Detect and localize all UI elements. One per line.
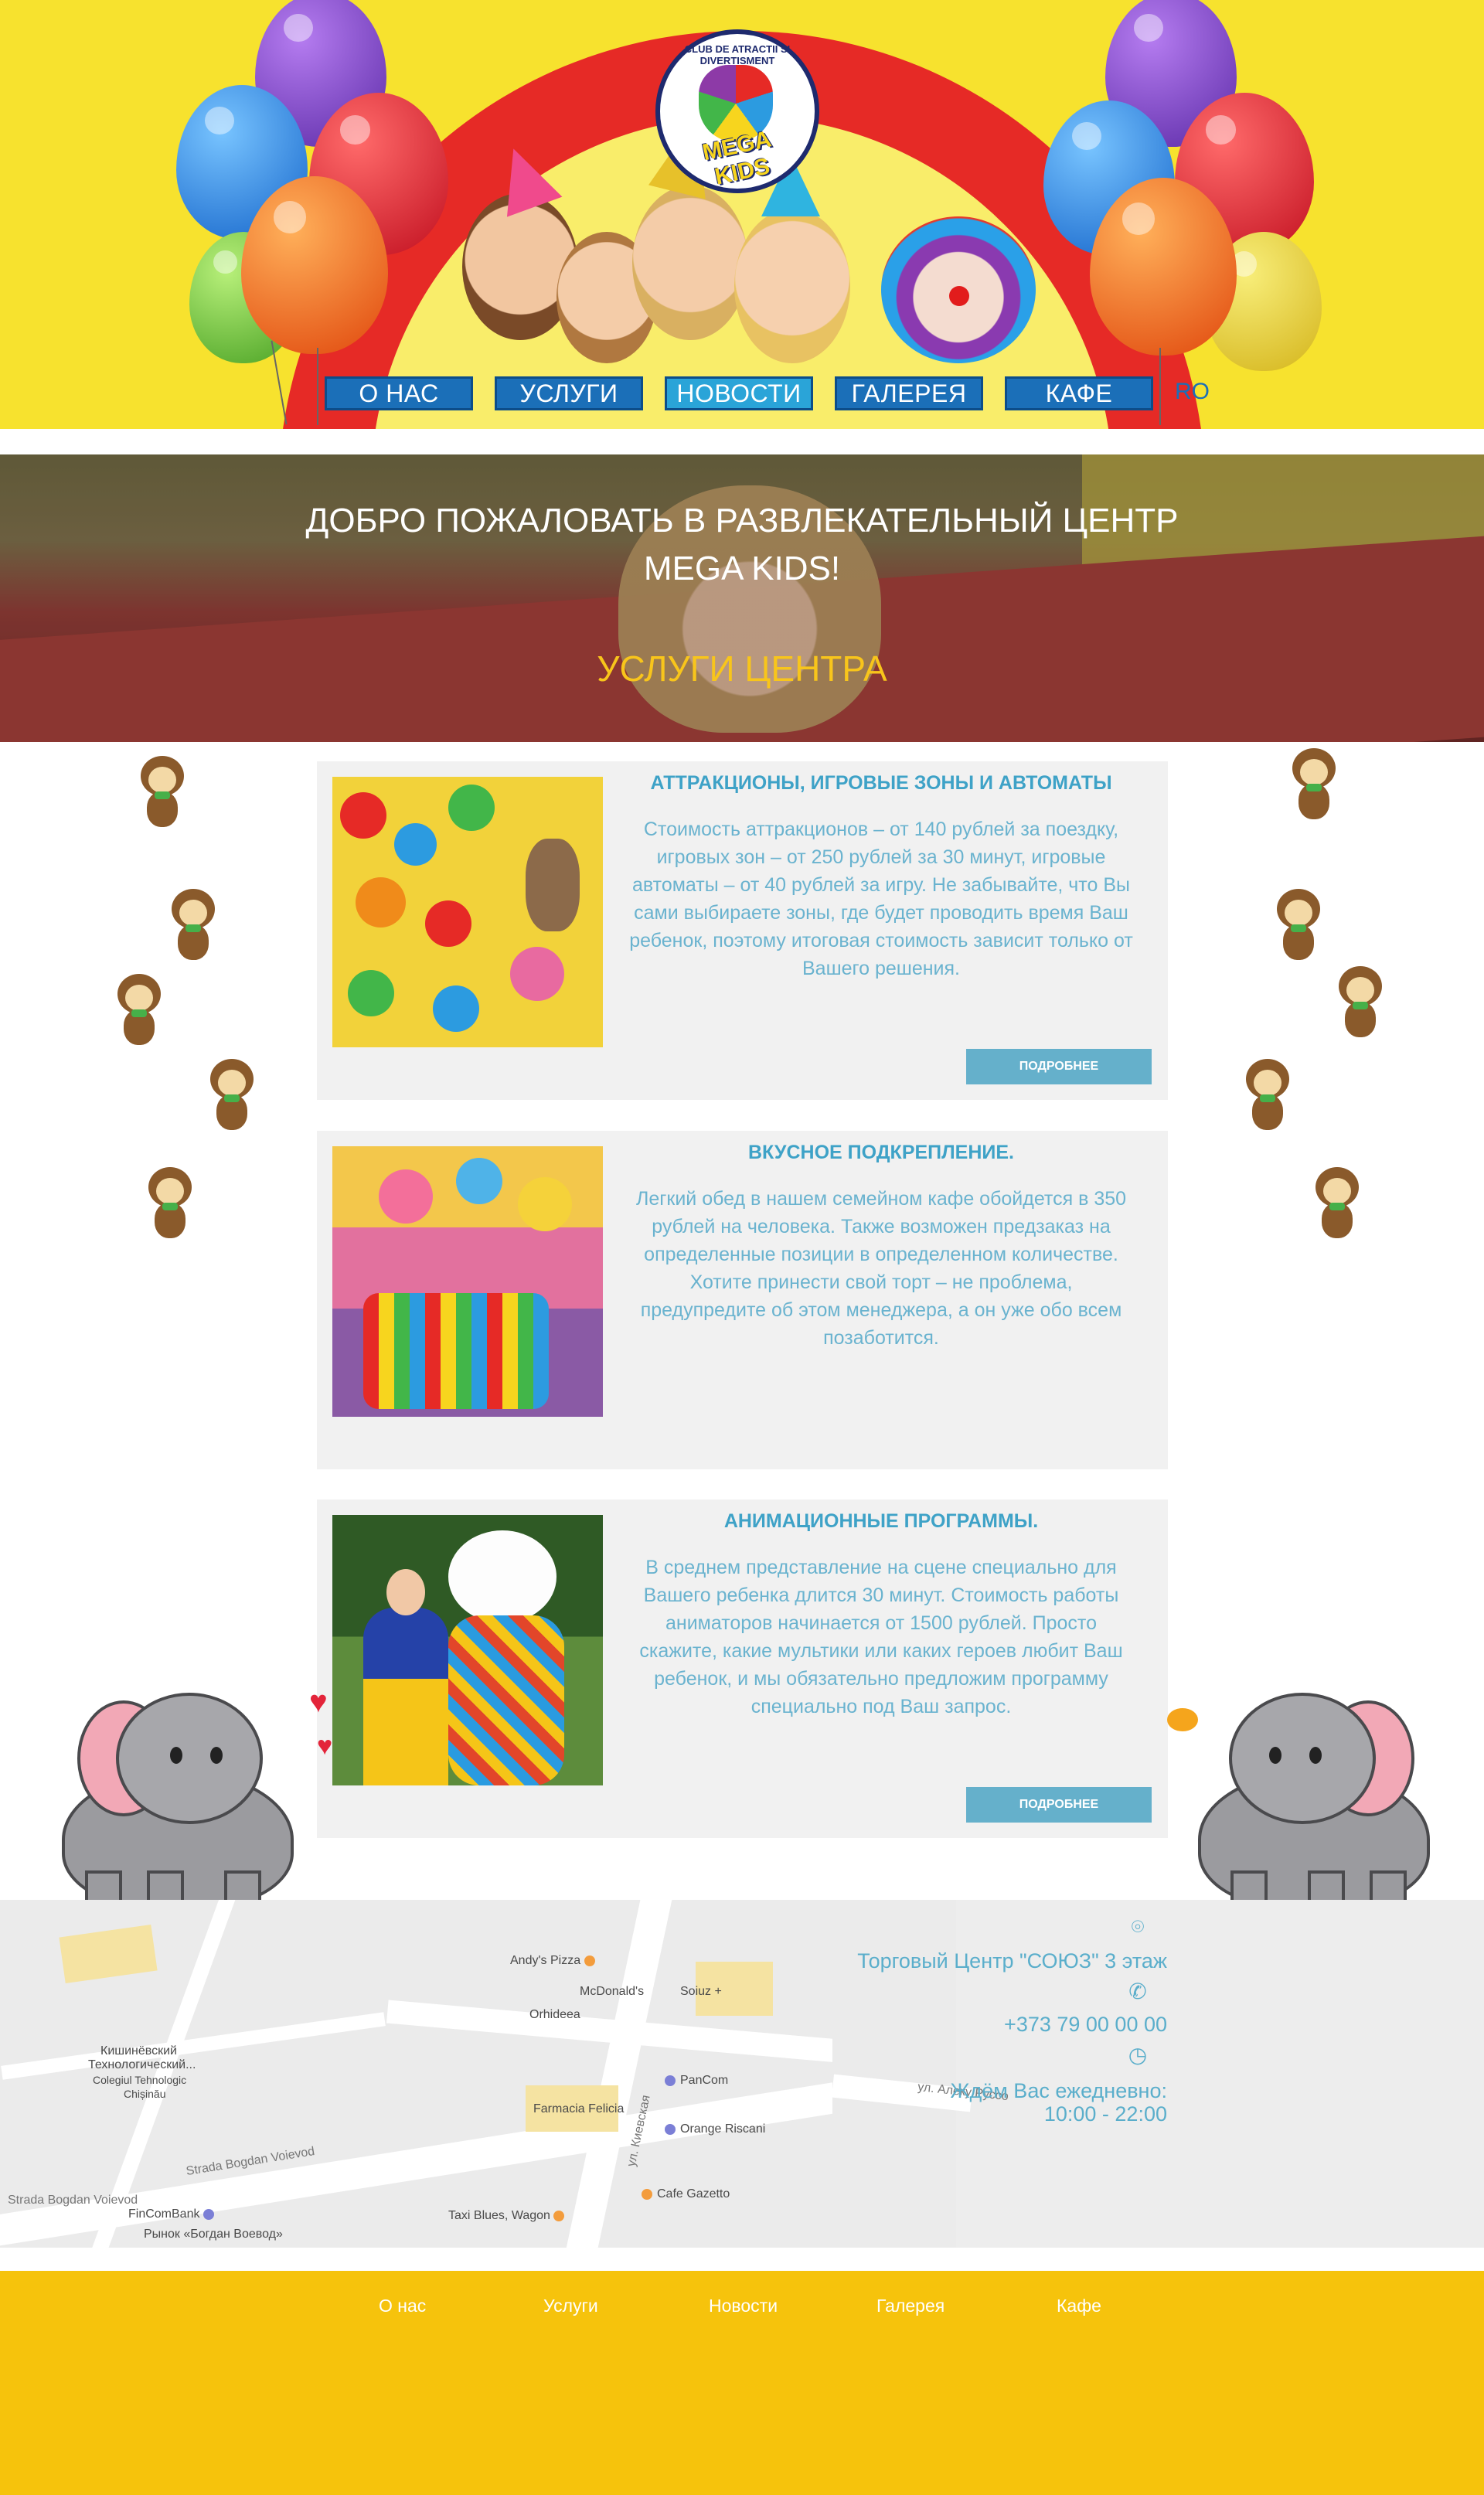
map-label: Colegiul Tehnologic (93, 2074, 187, 2086)
hero-title-line1: ДОБРО ПОЖАЛОВАТЬ В РАЗВЛЕКАТЕЛЬНЫЙ ЦЕНТР (305, 502, 1179, 540)
footer-link-cafe[interactable]: Кафе (1057, 2296, 1101, 2316)
monkey-illustration (124, 756, 201, 833)
site-footer: О нас Услуги Новости Галерея Кафе (0, 2271, 1484, 2495)
location-pin-icon: ⌾ (1131, 1915, 1145, 1938)
map-label: FinComBank (128, 2207, 219, 2221)
map-label: Taxi Blues, Wagon (448, 2209, 569, 2223)
more-button[interactable]: ПОДРОБНЕЕ (966, 1787, 1152, 1823)
heart-icon: ♥ (309, 1685, 328, 1719)
monkey-illustration (1298, 1167, 1376, 1244)
service-card-attractions: АТТРАКЦИОНЫ, ИГРОВЫЕ ЗОНЫ И АВТОМАТЫ Сто… (317, 761, 1168, 1100)
map-label: McDonald's (580, 1985, 645, 1998)
monkey-illustration (1229, 1059, 1306, 1136)
restaurant-icon (584, 1955, 595, 1966)
shop-icon (665, 2123, 676, 2135)
language-switch[interactable]: RO (1175, 379, 1210, 405)
service-card-cafe: ВКУСНОЕ ПОДКРЕПЛЕНИЕ. Легкий обед в наше… (317, 1131, 1168, 1469)
hero-title-line2: MEGA KIDS! (643, 550, 841, 587)
service-text: Легкий обед в нашем семейном кафе обойде… (635, 1188, 1127, 1349)
location-map[interactable]: Andy's Pizza McDonald's Soiuz + Orhideea… (0, 1900, 832, 2248)
logo-ring-text: CLUB DE ATRACTII SI DIVERTISMENT (684, 43, 791, 66)
nav-item-about[interactable]: О НАС (325, 376, 473, 410)
elephant-illustration-left: ♥ ♥ (8, 1677, 332, 1917)
phone-text[interactable]: +373 79 00 00 00 (1004, 2013, 1167, 2037)
hero-subtitle: УСЛУГИ ЦЕНТРА (597, 648, 887, 689)
kid-photo (734, 209, 850, 363)
monkey-illustration (193, 1059, 271, 1136)
map-label: Orange Riscani (665, 2122, 765, 2136)
logo[interactable]: CLUB DE ATRACTII SI DIVERTISMENT MEGA KI… (655, 29, 819, 193)
service-text: Стоимость аттракционов – от 140 рублей з… (629, 819, 1133, 979)
monkey-illustration (1322, 966, 1399, 1043)
butterfly-icon (1167, 1708, 1198, 1731)
bank-icon (203, 2208, 214, 2220)
nav-item-gallery[interactable]: ГАЛЕРЕЯ (835, 376, 983, 410)
heart-icon: ♥ (317, 1731, 333, 1761)
map-label: Chișinău (124, 2088, 166, 2100)
nav-item-services[interactable]: УСЛУГИ (495, 376, 643, 410)
monkey-illustration (1260, 889, 1337, 966)
monkey-illustration (155, 889, 232, 966)
nav-item-cafe[interactable]: КАФЕ (1005, 376, 1153, 410)
ball-pit-photo (332, 777, 603, 1047)
elephant-illustration-right (1159, 1677, 1484, 1917)
footer-link-news[interactable]: Новости (709, 2296, 778, 2316)
clown-nose (949, 286, 969, 306)
address-text: Торговый Центр "СОЮЗ" 3 этаж (857, 1949, 1167, 1973)
contact-panel: ул. Алеку Руссо ⌾ Торговый Центр "СОЮЗ" … (831, 1900, 1484, 2248)
more-button[interactable]: ПОДРОБНЕЕ (966, 1049, 1152, 1084)
footer-link-about[interactable]: О нас (379, 2296, 426, 2316)
map-label: Кишинёвский (100, 2044, 177, 2058)
monkey-illustration (1275, 748, 1353, 825)
monkey-illustration (131, 1167, 209, 1244)
shop-icon (665, 2075, 676, 2086)
hero-title: ДОБРО ПОЖАЛОВАТЬ В РАЗВЛЕКАТЕЛЬНЫЙ ЦЕНТР… (278, 497, 1206, 593)
cafe-photo (332, 1146, 603, 1417)
service-text: В среднем представление на сцене специал… (639, 1557, 1123, 1717)
hero-banner: ДОБРО ПОЖАЛОВАТЬ В РАЗВЛЕКАТЕЛЬНЫЙ ЦЕНТР… (0, 454, 1484, 742)
map-label: Farmacia Felicia (533, 2102, 625, 2115)
monkey-illustration (100, 974, 178, 1051)
phone-icon: ✆ (1128, 1979, 1147, 2003)
map-label: PanCom (665, 2074, 728, 2088)
map-label: Технологический... (88, 2058, 196, 2071)
street-label: Strada Bogdan Voievod (8, 2194, 138, 2207)
footer-link-services[interactable]: Услуги (543, 2296, 598, 2316)
nav-item-news[interactable]: НОВОСТИ (665, 376, 813, 410)
map-label: Soiuz + (680, 1985, 722, 1998)
map-label: Cafe Gazetto (642, 2187, 730, 2201)
animators-photo (332, 1515, 603, 1785)
service-title: АТТРАКЦИОНЫ, ИГРОВЫЕ ЗОНЫ И АВТОМАТЫ (650, 772, 1112, 794)
site-header: CLUB DE ATRACTII SI DIVERTISMENT MEGA KI… (0, 0, 1484, 429)
balloon-string (317, 348, 318, 425)
main-nav: О НАС УСЛУГИ НОВОСТИ ГАЛЕРЕЯ КАФЕ (325, 376, 1175, 410)
hours-text: 10:00 - 22:00 (1043, 2102, 1167, 2126)
clock-icon: ◷ (1128, 2043, 1148, 2067)
service-title: ВКУСНОЕ ПОДКРЕПЛЕНИЕ. (748, 1142, 1014, 1163)
footer-link-gallery[interactable]: Галерея (876, 2296, 945, 2316)
service-card-animation: АНИМАЦИОННЫЕ ПРОГРАММЫ. В среднем предст… (317, 1499, 1168, 1838)
restaurant-icon (642, 2188, 652, 2200)
kid-photo (632, 186, 748, 340)
hours-label: Ждём Вас ежедневно: (950, 2079, 1167, 2102)
map-label: Andy's Pizza (510, 1954, 600, 1968)
balloon-string (271, 340, 288, 425)
map-label: Рынок «Богдан Воевод» (144, 2228, 283, 2241)
map-label: Orhideea (529, 2008, 580, 2021)
restaurant-icon (553, 2210, 565, 2221)
service-title: АНИМАЦИОННЫЕ ПРОГРАММЫ. (723, 1510, 1039, 1532)
